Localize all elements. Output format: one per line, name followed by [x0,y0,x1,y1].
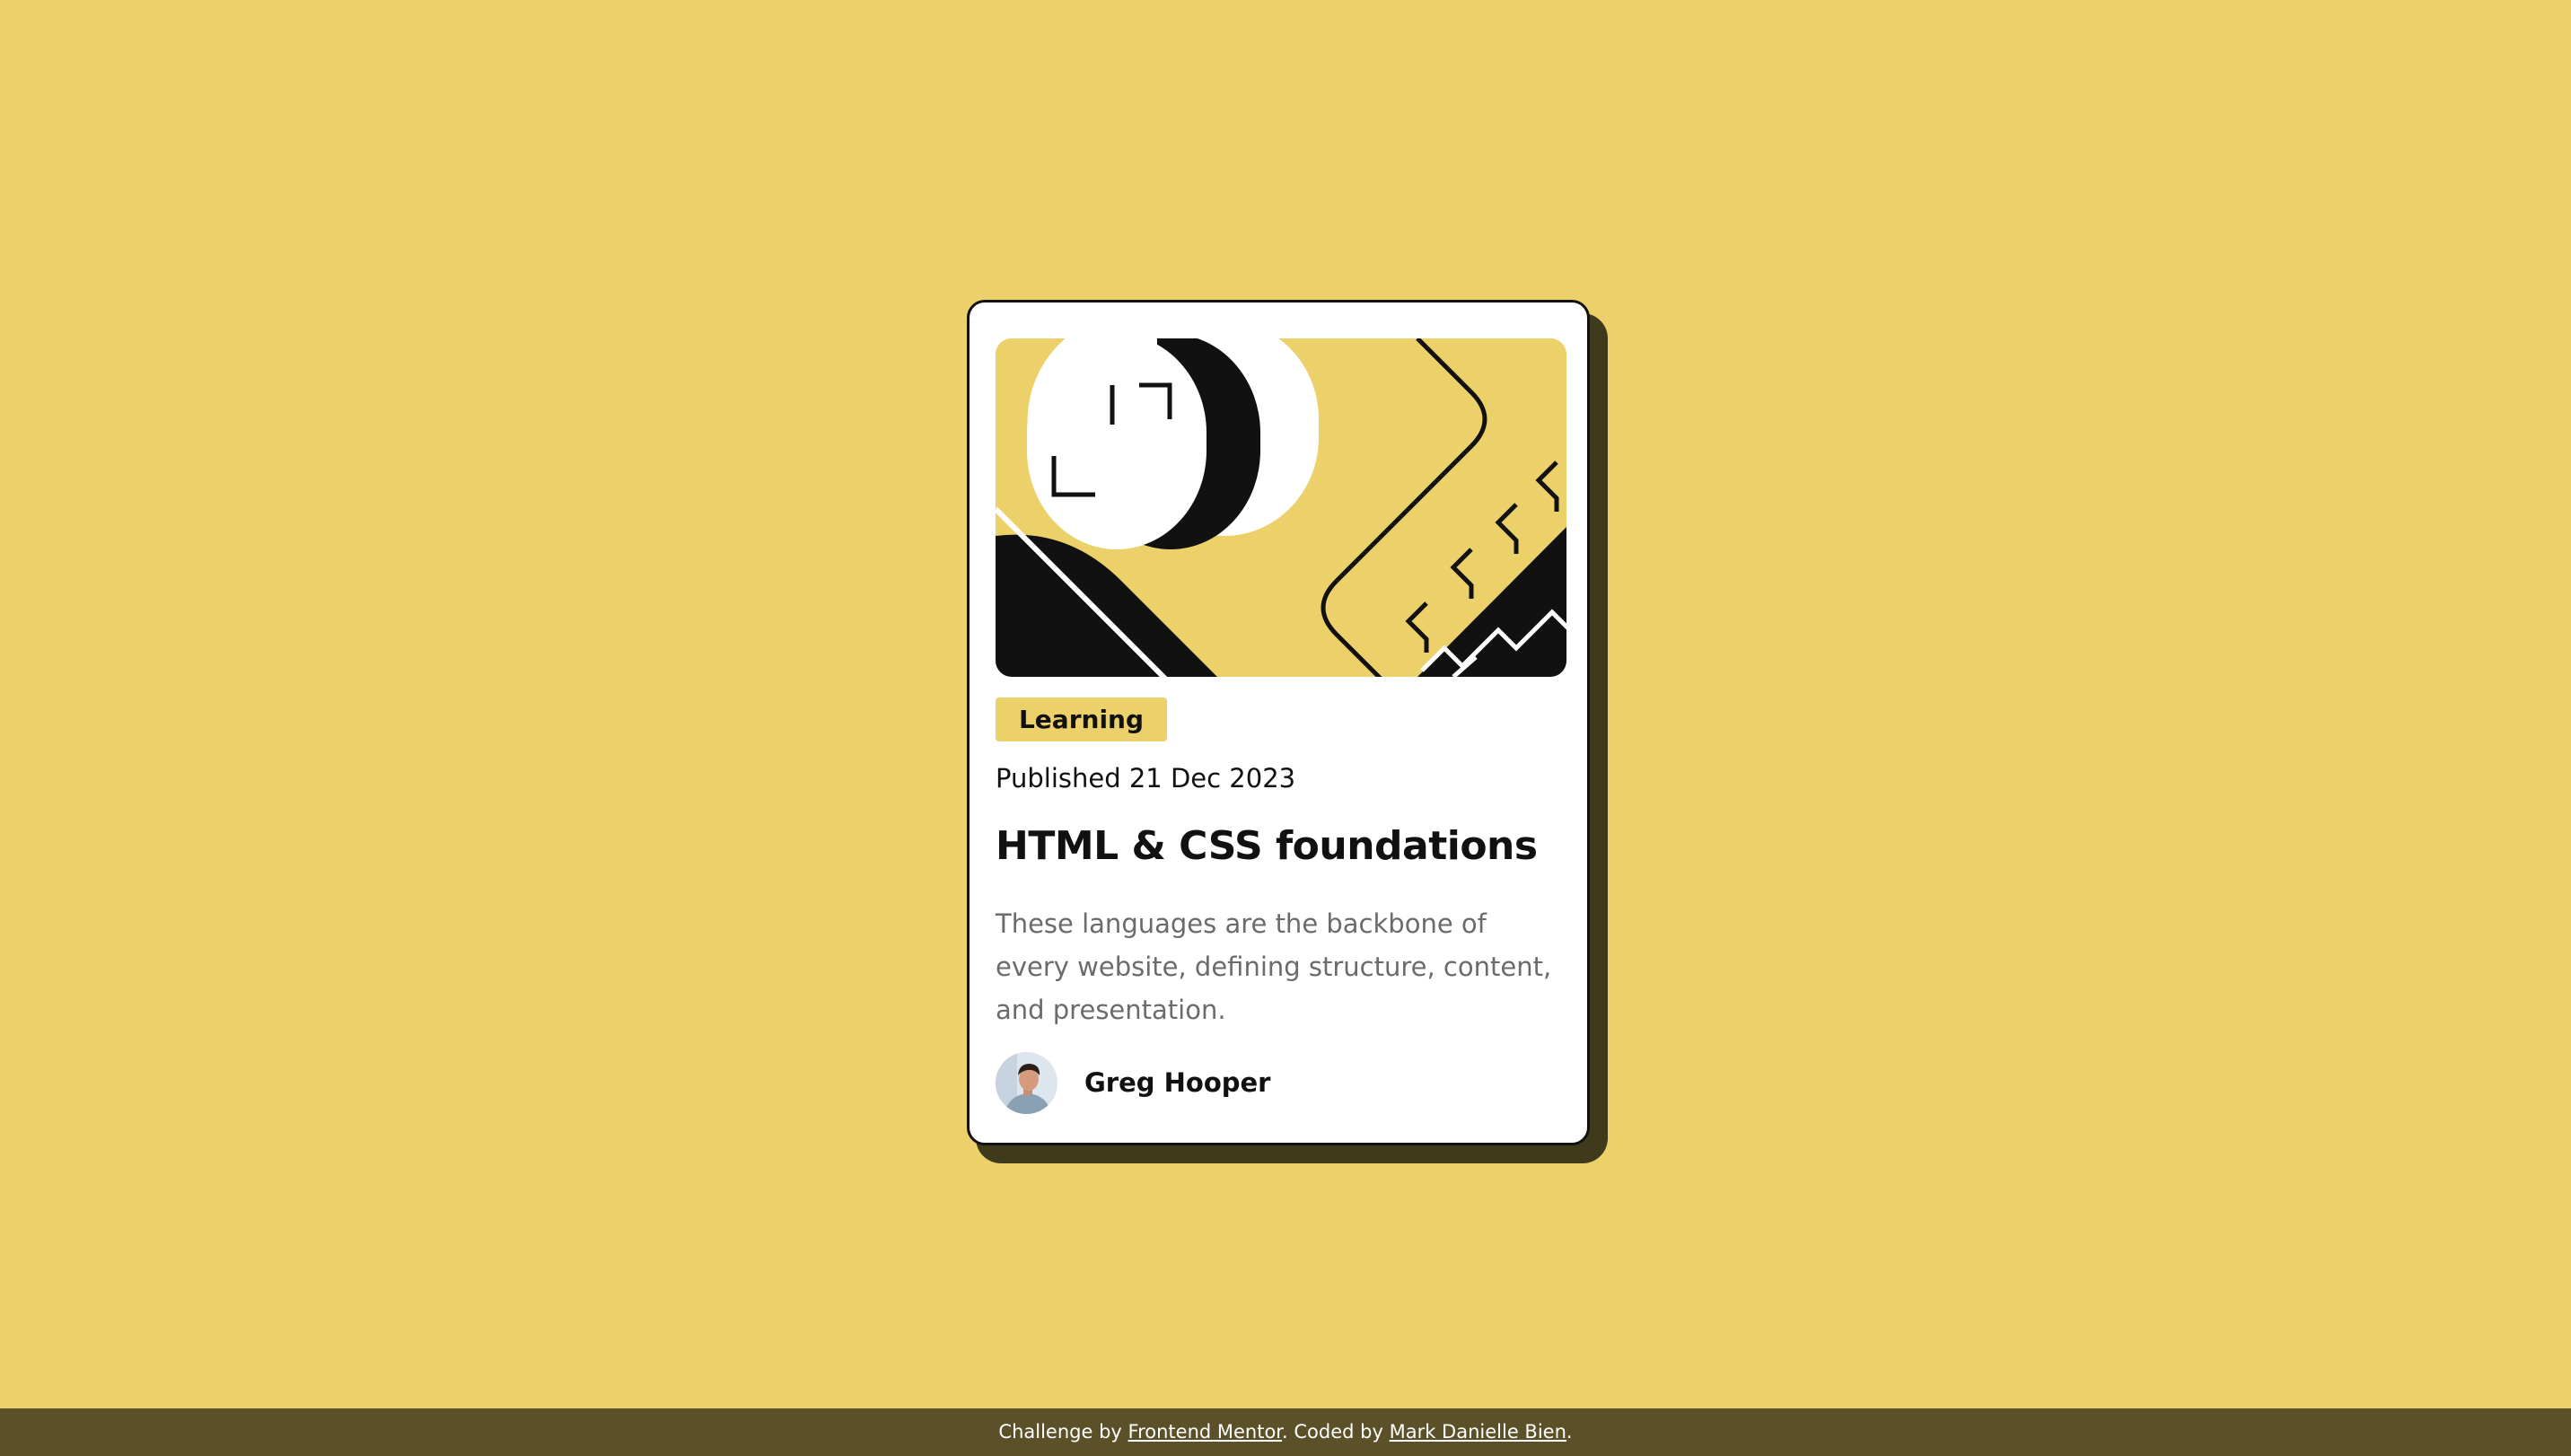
article-title[interactable]: HTML & CSS foundations [996,823,1538,869]
author-name: Greg Hooper [1084,1067,1271,1098]
avatar [996,1051,1057,1114]
frontend-mentor-link[interactable]: Frontend Mentor [1128,1421,1283,1443]
attribution-prefix: Challenge by [998,1421,1128,1443]
article-illustration [996,338,1566,677]
author-photo [996,1051,1057,1114]
attribution-footer: Challenge by Frontend Mentor. Coded by M… [0,1408,2571,1456]
article-description: These languages are the backbone of ever… [996,908,1552,1025]
blog-preview-card: Learning Published 21 Dec 2023 HTML & CS… [967,300,1590,1145]
attribution-suffix: . [1566,1421,1573,1443]
attribution-middle: . Coded by [1282,1421,1390,1443]
category-tag: Learning [996,697,1167,741]
page-background: Learning Published 21 Dec 2023 HTML & CS… [0,0,2571,1408]
published-date: Published 21 Dec 2023 [996,763,1296,794]
author-info: Greg Hooper [996,1051,1270,1114]
coder-link[interactable]: Mark Danielle Bien [1390,1421,1566,1443]
illustration-graphic [996,338,1566,677]
